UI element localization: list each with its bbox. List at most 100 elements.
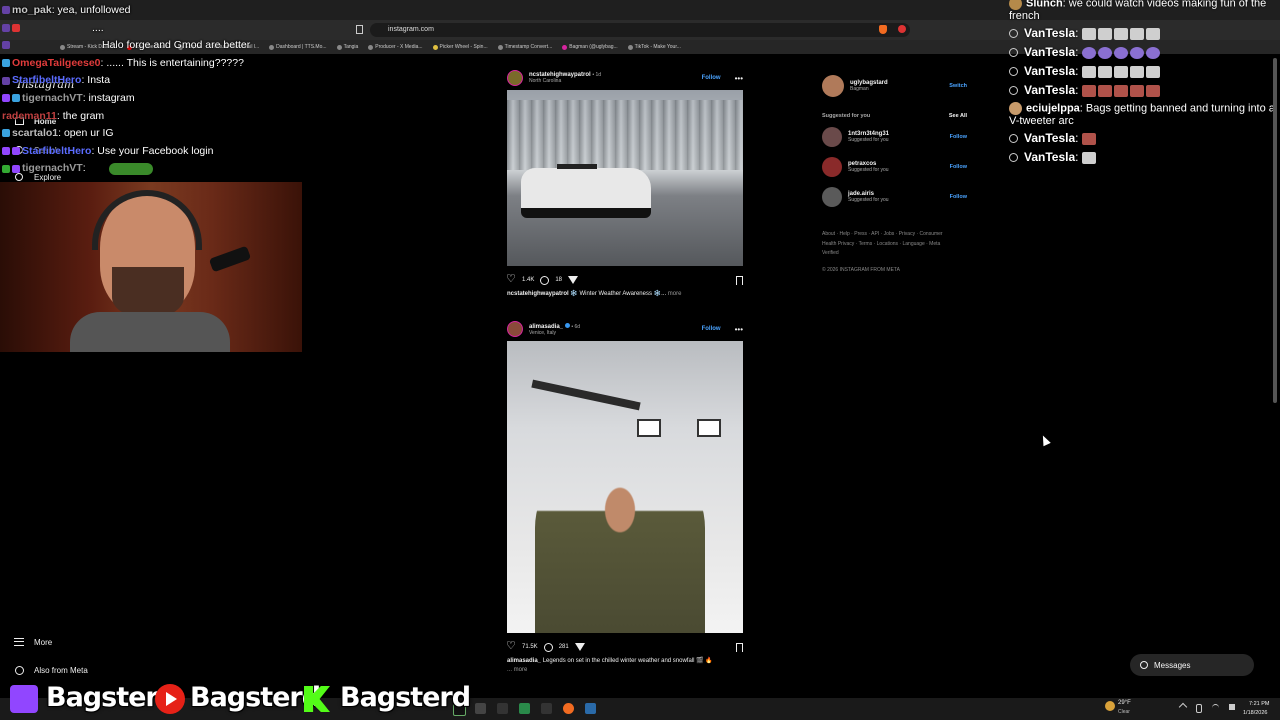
- page-scrollbar[interactable]: [1273, 58, 1277, 403]
- bookmark-item[interactable]: Timestamp Convert...: [497, 40, 552, 54]
- avatar: [1009, 102, 1022, 115]
- avatar[interactable]: [822, 187, 842, 207]
- post-header: alimasadia_ • 6d Venice, Italy Follow ••…: [507, 317, 743, 341]
- comment-icon[interactable]: [543, 642, 553, 652]
- follow-button[interactable]: Follow: [702, 75, 721, 81]
- rewards-icon[interactable]: [898, 25, 906, 33]
- bookmark-item[interactable]: Tangia: [336, 40, 358, 54]
- avatar[interactable]: [822, 157, 842, 177]
- post-header: ncstatehighwaypatrol • 1d North Carolina…: [507, 66, 743, 90]
- bookmark-item[interactable]: Producer - X Media...: [368, 40, 423, 54]
- chat-line: scartalo1: open ur IG: [2, 127, 302, 145]
- stream-chat-left: mo_pak: yea, unfollowed .... Halo forge …: [2, 4, 302, 180]
- share-icon[interactable]: [568, 276, 579, 284]
- more-options-icon[interactable]: •••: [735, 325, 743, 334]
- chat-line: mo_pak: yea, unfollowed: [2, 4, 302, 22]
- footer-links[interactable]: About · Help · Press · API · Jobs · Priv…: [822, 230, 947, 259]
- chat-line: VanTesla:: [1009, 62, 1280, 81]
- comment-icon[interactable]: [540, 275, 550, 285]
- app-icon[interactable]: [519, 703, 530, 714]
- group-of-people: [535, 456, 705, 633]
- camera-crane: [531, 379, 641, 411]
- see-all-link[interactable]: See All: [949, 113, 967, 119]
- save-icon[interactable]: [736, 275, 743, 285]
- frog-emote: [108, 162, 153, 175]
- current-account: uglybagstard Bagman Switch: [822, 74, 967, 98]
- post-location[interactable]: North Carolina: [529, 78, 601, 84]
- brave-shield-icon[interactable]: [879, 25, 887, 34]
- volume-icon[interactable]: [1229, 704, 1235, 710]
- bookmark-item[interactable]: Picker Wheel - Spin...: [432, 40, 488, 54]
- chat-line: StarfibeltHero: Use your Facebook login: [2, 145, 302, 163]
- avatar[interactable]: [507, 321, 523, 337]
- bookmark-item[interactable]: Bagman (@uglybag...: [562, 40, 618, 54]
- chat-line: VanTesla:: [1009, 43, 1280, 62]
- chevron-up-icon[interactable]: [1178, 702, 1188, 712]
- switch-account-link[interactable]: Switch: [949, 83, 967, 89]
- app-icon[interactable]: [475, 703, 486, 714]
- follow-button[interactable]: Follow: [950, 164, 967, 170]
- chat-line: OmegaTailgeese0: ...... This is entertai…: [2, 57, 302, 75]
- chat-line: tigernachVT:: [2, 162, 302, 180]
- app-icon[interactable]: [541, 703, 552, 714]
- beard: [112, 267, 184, 317]
- chat-line: eciujelppa: Bags getting banned and turn…: [1009, 102, 1275, 127]
- url-field[interactable]: instagram.com: [370, 23, 910, 37]
- weather-desc: Clear: [1118, 709, 1130, 715]
- follow-button[interactable]: Follow: [950, 134, 967, 140]
- wifi-icon[interactable]: [1212, 704, 1219, 712]
- caption-more-link[interactable]: more: [668, 291, 682, 297]
- hamburger-icon: [14, 638, 24, 646]
- bookmark-item[interactable]: TikTok - Make Your...: [627, 40, 681, 54]
- stream-chat-right: Slunch: we could watch videos making fun…: [1009, 0, 1280, 167]
- nav-more[interactable]: More: [34, 638, 52, 647]
- follow-button[interactable]: Follow: [950, 194, 967, 200]
- suggestion-item: petraxcos Suggested for you Follow: [822, 152, 967, 182]
- post-username[interactable]: alimasadia_: [529, 324, 563, 330]
- headset-icon: [92, 190, 202, 250]
- post-caption: alimasadia_ Legends on set in the chille…: [507, 658, 713, 664]
- app-icon[interactable]: [563, 703, 574, 714]
- mouse-cursor-icon: [1039, 433, 1051, 447]
- save-icon[interactable]: [736, 642, 743, 652]
- chat-line: StarfibeltHero: Insta: [2, 74, 302, 92]
- copyright: © 2026 INSTAGRAM FROM META: [822, 266, 900, 273]
- post-image[interactable]: [507, 341, 743, 633]
- app-icon[interactable]: [585, 703, 596, 714]
- kick-channel-name: Bagsterd: [340, 682, 471, 713]
- clock-time[interactable]: 7:21 PM: [1249, 701, 1269, 707]
- clock-date[interactable]: 1/18/2026: [1243, 710, 1267, 716]
- post-caption: ncstatehighwaypatrol ❄️ Winter Weather A…: [507, 291, 682, 297]
- app-icon[interactable]: [497, 703, 508, 714]
- twitch-logo-icon: [10, 685, 38, 713]
- feed-post: ncstatehighwaypatrol • 1d North Carolina…: [506, 66, 743, 299]
- avatar[interactable]: [822, 127, 842, 147]
- verified-badge-icon: [564, 322, 570, 328]
- chat-line: ....: [2, 22, 302, 40]
- chat-line: VanTesla:: [1009, 81, 1280, 100]
- messages-button[interactable]: Messages: [1130, 654, 1254, 676]
- avatar[interactable]: [507, 70, 523, 86]
- weather-icon: [1105, 701, 1115, 711]
- post-location[interactable]: Venice, Italy: [529, 330, 580, 336]
- feed-post: alimasadia_ • 6d Venice, Italy Follow ••…: [506, 317, 743, 675]
- like-icon[interactable]: [506, 272, 516, 285]
- share-icon[interactable]: [574, 643, 585, 651]
- play-icon: [166, 692, 177, 706]
- post-actions: 71.5K 281: [506, 637, 743, 657]
- caption-more-link[interactable]: ... more: [507, 666, 743, 675]
- follow-button[interactable]: Follow: [702, 326, 721, 332]
- webcam-feed: [0, 182, 302, 352]
- post-image[interactable]: [507, 90, 743, 266]
- system-tray[interactable]: [1178, 702, 1235, 713]
- mic-icon[interactable]: [1196, 704, 1202, 713]
- chat-line: VanTesla:: [1009, 24, 1280, 43]
- suggested-heading: Suggested for you: [822, 113, 871, 119]
- more-options-icon[interactable]: •••: [735, 74, 743, 83]
- nav-also-from-meta[interactable]: Also from Meta: [34, 666, 88, 675]
- bookmark-icon[interactable]: [356, 25, 363, 34]
- youtube-channel-name: Bagsterd: [190, 682, 321, 713]
- like-icon[interactable]: [506, 639, 516, 652]
- patrol-car: [521, 168, 651, 218]
- avatar[interactable]: [822, 75, 844, 97]
